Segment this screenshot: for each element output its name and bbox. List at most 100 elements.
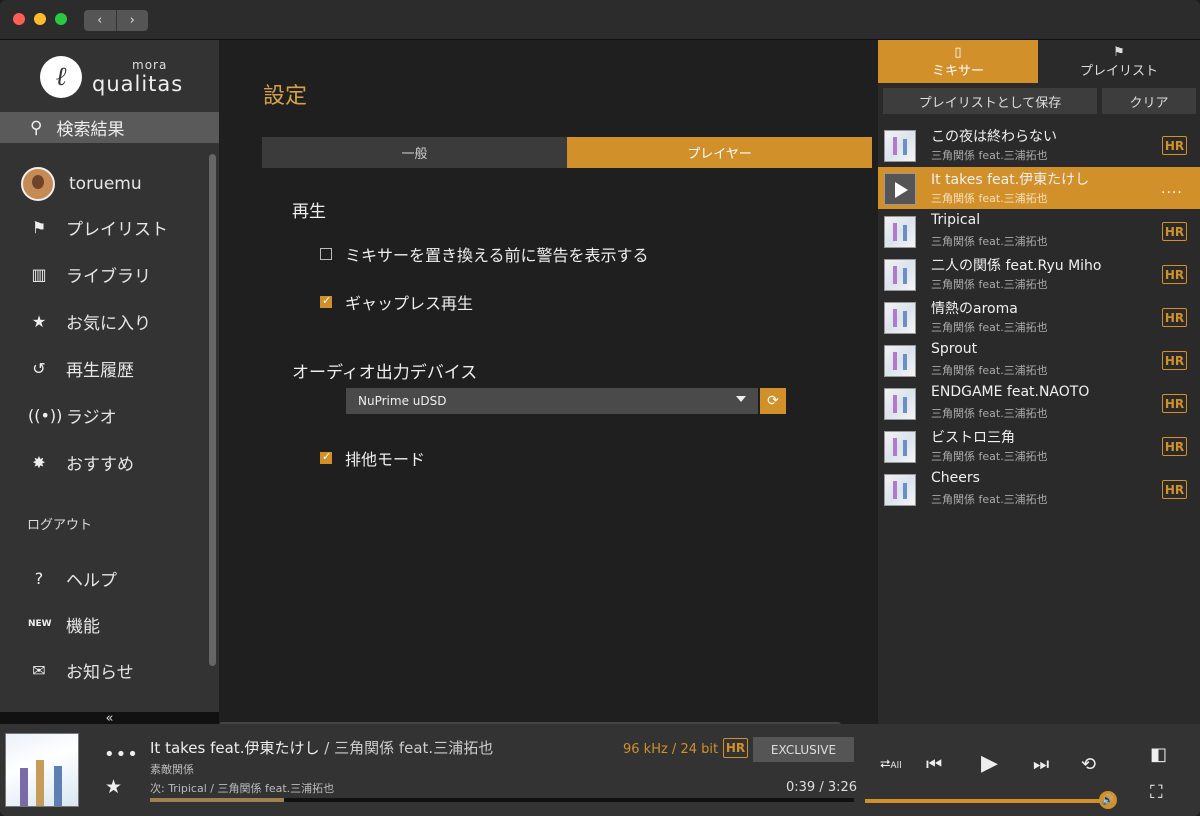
warn-before-replace-option[interactable]: ミキサーを置き換える前に警告を表示する xyxy=(320,242,649,266)
sidebar-item-playlist[interactable]: ⚑ プレイリスト xyxy=(0,209,205,245)
track-thumbnail xyxy=(884,302,916,334)
logout-link[interactable]: ログアウト xyxy=(27,514,92,533)
tab-playlist-label: プレイリスト xyxy=(1079,63,1158,79)
repeat-all-button[interactable]: ⮂All xyxy=(880,757,902,772)
now-playing-title: It takes feat.伊東たけし xyxy=(150,739,320,757)
volume-icon[interactable]: 🔊 xyxy=(1099,791,1117,809)
tab-mixer[interactable]: ▯ ミキサー xyxy=(878,40,1038,83)
sidebar-item-label: お知らせ xyxy=(66,662,134,683)
audio-device-value: NuPrime uDSD xyxy=(358,394,447,408)
hires-badge: HR xyxy=(1162,308,1187,327)
now-playing-album[interactable]: 素敵関係 xyxy=(150,761,194,777)
album-art[interactable] xyxy=(5,733,79,807)
sidebar-item-library[interactable]: ▥ ライブラリ xyxy=(0,256,205,292)
clear-button[interactable]: クリア xyxy=(1102,88,1196,114)
sidebar-item-favorites[interactable]: ★ お気に入り xyxy=(0,303,205,339)
volume-slider-fill xyxy=(865,799,1101,803)
gapless-label: ギャップレス再生 xyxy=(345,294,474,313)
more-options-button[interactable]: ••• xyxy=(104,744,139,765)
track-row[interactable]: ビストロ三角 三角関係 feat.三浦拓也 HR xyxy=(878,425,1200,467)
hires-badge: HR xyxy=(1162,394,1187,413)
track-row[interactable]: この夜は終わらない 三角関係 feat.三浦拓也 HR xyxy=(878,124,1200,166)
exclusive-button[interactable]: EXCLUSIVE xyxy=(753,737,854,762)
app-logo[interactable]: ℓ mora qualitas xyxy=(40,56,200,100)
play-icon xyxy=(884,173,916,205)
track-row-playing[interactable]: It takes feat.伊東たけし 三角関係 feat.三浦拓也 .... xyxy=(878,167,1200,209)
page-title: 設定 xyxy=(263,84,308,109)
shuffle-button[interactable]: ⟲ xyxy=(1081,754,1096,775)
hires-badge: HR xyxy=(1162,265,1187,284)
track-thumbnail xyxy=(884,259,916,291)
sidebar-item-features[interactable]: NEW 機能 xyxy=(0,606,205,642)
sidebar-item-label: お気に入り xyxy=(66,313,151,334)
save-as-playlist-button[interactable]: プレイリストとして保存 xyxy=(883,88,1097,114)
fullscreen-button[interactable]: ⛶ xyxy=(1150,782,1163,803)
sidebar-item-label: 機能 xyxy=(66,616,100,637)
track-more-button[interactable]: .... xyxy=(1161,181,1183,197)
playlist-icon: ⚑ xyxy=(1113,44,1125,60)
playlist-icon: ⚑ xyxy=(31,217,47,237)
playback-time: 0:39 / 3:26 xyxy=(786,780,858,795)
track-row[interactable]: ENDGAME feat.NAOTO 三角関係 feat.三浦拓也 HR xyxy=(878,382,1200,424)
track-row[interactable]: Cheers 三角関係 feat.三浦拓也 HR xyxy=(878,468,1200,510)
favorite-star-icon[interactable]: ★ xyxy=(105,776,122,798)
recommend-icon: ✸ xyxy=(32,452,46,472)
play-icon: ▶ xyxy=(981,751,998,776)
track-title: この夜は終わらない xyxy=(931,129,1057,145)
sidebar-item-radio[interactable]: ((•)) ラジオ xyxy=(0,397,205,433)
search-results-item[interactable]: ⚲ 検索結果 xyxy=(0,112,219,143)
repeat-icon: ⮂ xyxy=(880,757,891,772)
track-row[interactable]: Tripical 三角関係 feat.三浦拓也 HR xyxy=(878,210,1200,252)
refresh-icon: ⟳ xyxy=(767,393,779,409)
seek-bar-fill xyxy=(150,798,284,802)
now-playing-title-line[interactable]: It takes feat.伊東たけし / 三角関係 feat.三浦拓也 xyxy=(150,737,493,758)
track-title: ビストロ三角 xyxy=(931,430,1015,446)
exclusive-mode-option[interactable]: 排他モード xyxy=(320,446,425,470)
close-window-button[interactable] xyxy=(13,13,25,25)
back-button[interactable]: ‹ xyxy=(84,10,117,31)
mixer-toggle-button[interactable]: ◧ xyxy=(1150,744,1167,765)
gapless-checkbox[interactable] xyxy=(320,294,332,308)
tab-general[interactable]: 一般 xyxy=(262,137,567,168)
repeat-mode-label: All xyxy=(890,761,902,771)
tab-playlist[interactable]: ⚑ プレイリスト xyxy=(1038,40,1200,83)
skip-back-icon: ⏮ xyxy=(926,754,943,775)
user-name: toruemu xyxy=(69,174,142,194)
sidebar-item-help[interactable]: ? ヘルプ xyxy=(0,560,205,596)
star-icon: ★ xyxy=(31,311,47,331)
track-row[interactable]: Sprout 三角関係 feat.三浦拓也 HR xyxy=(878,339,1200,381)
hires-badge: HR xyxy=(1162,437,1187,456)
sidebar-item-label: ライブラリ xyxy=(66,266,151,287)
refresh-devices-button[interactable]: ⟳ xyxy=(760,388,786,414)
minimize-window-button[interactable] xyxy=(34,13,46,25)
exclusive-mode-label: 排他モード xyxy=(345,450,426,469)
chevron-down-icon xyxy=(736,396,746,402)
next-track-button[interactable]: ⏭ xyxy=(1033,754,1049,775)
play-button[interactable]: ▶ xyxy=(981,751,998,776)
forward-button[interactable]: › xyxy=(117,10,149,31)
section-playback-heading: 再生 xyxy=(292,202,326,222)
radio-icon: ((•)) xyxy=(28,405,63,425)
sidebar-scrollbar[interactable] xyxy=(209,154,216,666)
volume-slider[interactable] xyxy=(865,799,1105,803)
sidebar-item-recommend[interactable]: ✸ おすすめ xyxy=(0,444,205,480)
warn-before-replace-checkbox[interactable] xyxy=(320,248,332,260)
mixer-panel-icon: ◧ xyxy=(1150,744,1168,765)
now-playing-artist: / 三角関係 feat.三浦拓也 xyxy=(324,739,494,757)
track-row[interactable]: 二人の関係 feat.Ryu Miho 三角関係 feat.三浦拓也 HR xyxy=(878,253,1200,295)
tab-player[interactable]: プレイヤー xyxy=(567,137,872,168)
exclusive-mode-checkbox[interactable] xyxy=(320,450,332,464)
track-title: Sprout xyxy=(931,341,978,357)
previous-track-button[interactable]: ⏮ xyxy=(926,754,942,775)
zoom-window-button[interactable] xyxy=(55,13,67,25)
audio-device-select[interactable]: NuPrime uDSD xyxy=(346,388,758,414)
sidebar-item-history[interactable]: ↺ 再生履歴 xyxy=(0,350,205,386)
track-artist: 三角関係 feat.三浦拓也 xyxy=(931,321,1048,334)
track-title: Cheers xyxy=(931,470,980,486)
track-artist: 三角関係 feat.三浦拓也 xyxy=(931,364,1048,377)
sidebar-item-news[interactable]: ✉ お知らせ xyxy=(0,652,205,688)
user-profile[interactable]: toruemu xyxy=(0,166,205,202)
gapless-option[interactable]: ギャップレス再生 xyxy=(320,290,473,314)
track-row[interactable]: 情熱のaroma 三角関係 feat.三浦拓也 HR xyxy=(878,296,1200,338)
seek-bar[interactable] xyxy=(150,798,854,802)
